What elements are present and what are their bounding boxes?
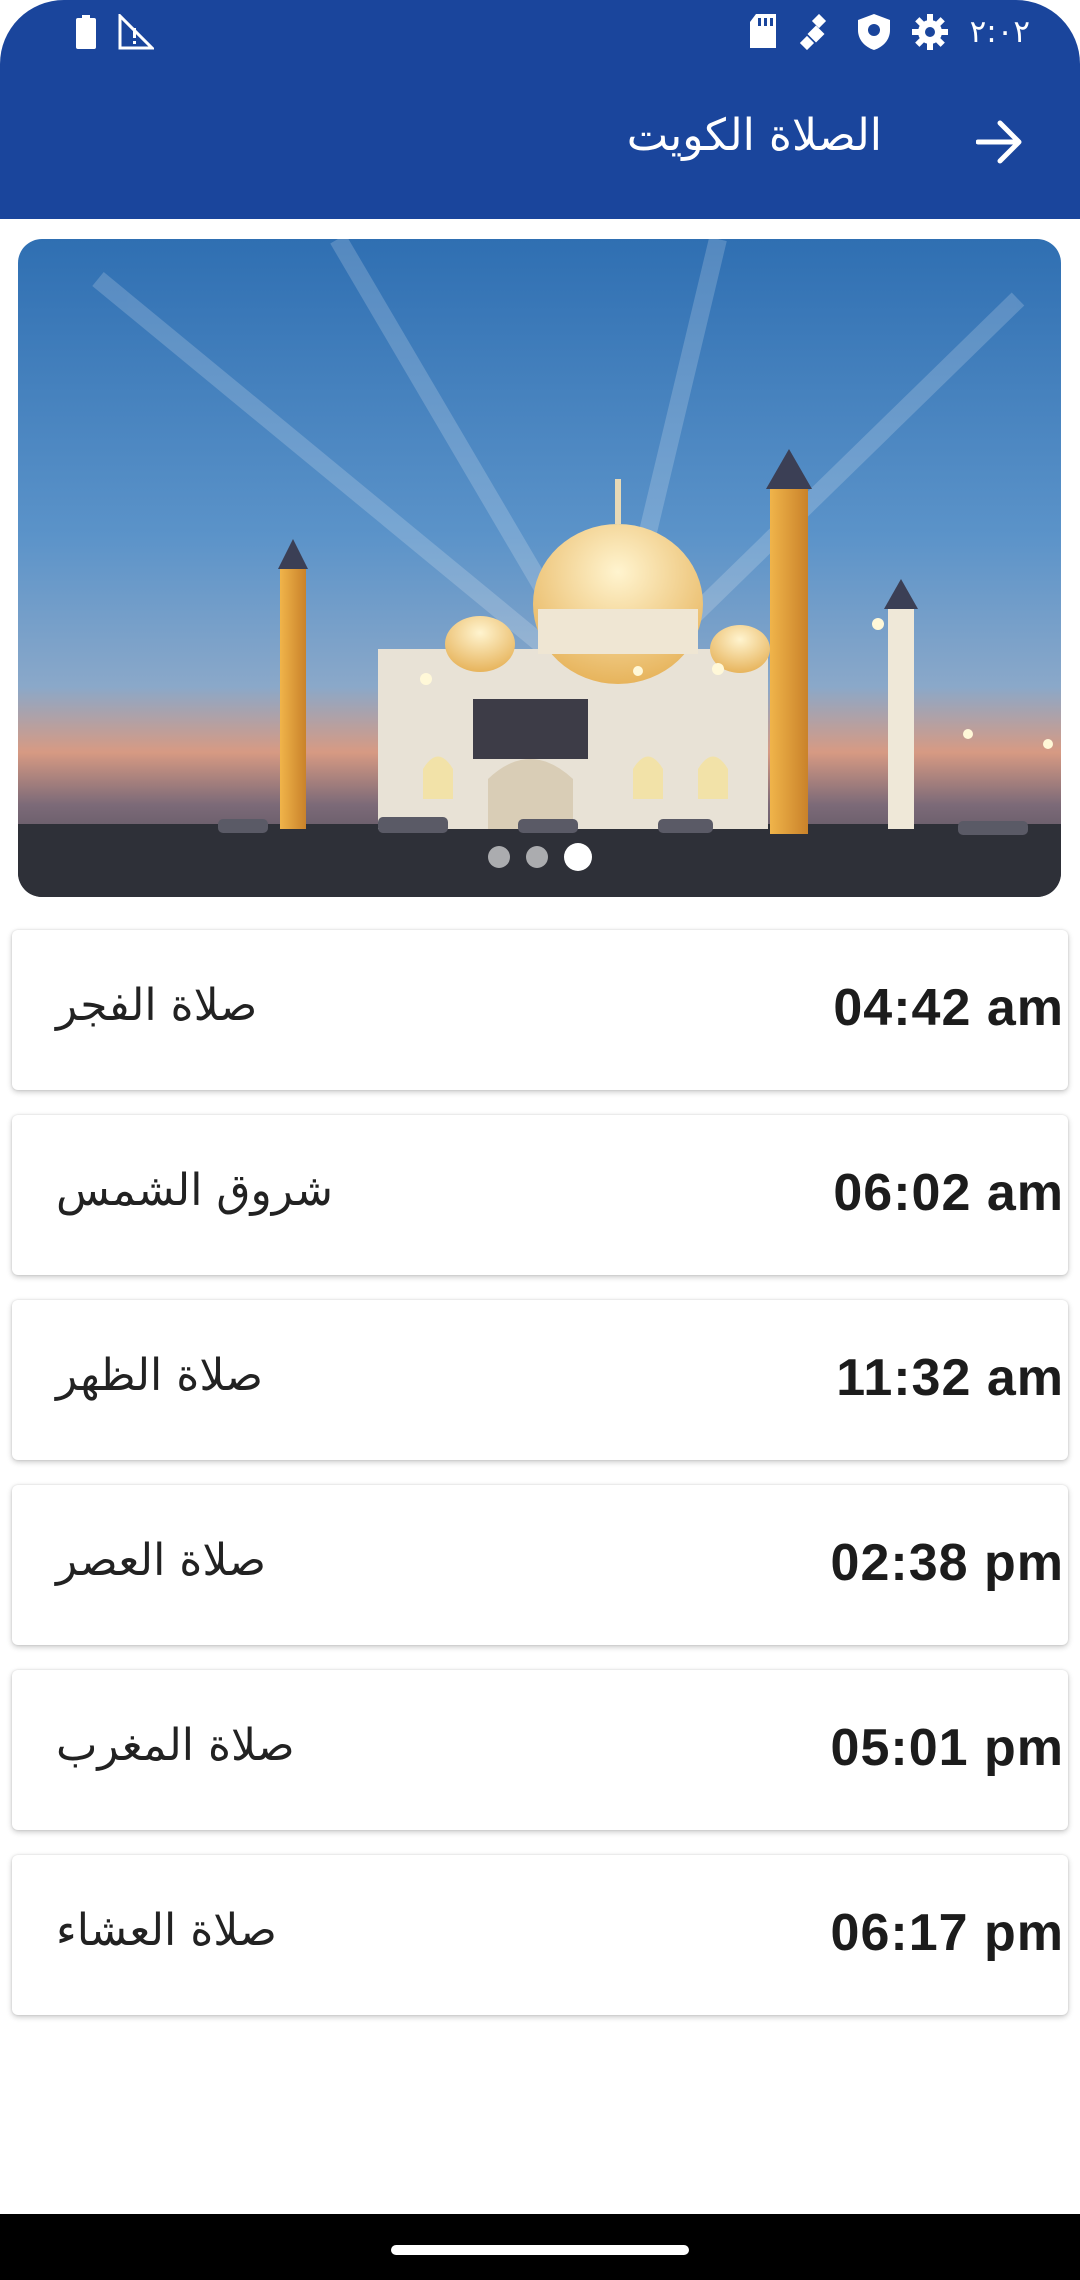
home-handle[interactable] (391, 2245, 689, 2255)
prayer-card-maghrib[interactable]: صلاة المغرب 05:01 pm (12, 1670, 1068, 1830)
status-left (76, 14, 154, 50)
status-time: ٢:٠٢ (969, 14, 1030, 50)
prayer-card-fajr[interactable]: صلاة الفجر 04:42 am (12, 930, 1068, 1090)
prayer-name: صلاة الظهر (56, 1350, 263, 1401)
prayer-name: صلاة العشاء (56, 1905, 277, 1956)
no-signal-icon (118, 14, 154, 50)
battery-icon (76, 15, 96, 49)
status-right: ٢:٠٢ (748, 14, 1030, 50)
sd-card-icon (749, 14, 776, 48)
prayer-card-dhuhr[interactable]: صلاة الظهر 11:32 am (12, 1300, 1068, 1460)
prayer-name: صلاة الفجر (56, 980, 258, 1031)
prayer-card-sunrise[interactable]: شروق الشمس 06:02 am (12, 1115, 1068, 1275)
prayer-time: 05:01 pm (830, 1719, 1064, 1777)
prayer-card-isha[interactable]: صلاة العشاء 06:17 pm (12, 1855, 1068, 2015)
prayer-name: صلاة العصر (56, 1535, 266, 1586)
app-screen: ٢:٠٢ الصلاة الكويت صلاة الفجر 04:42 am ش… (0, 0, 1080, 2280)
prayer-time: 06:02 am (833, 1164, 1064, 1222)
carousel-dot-active[interactable] (564, 843, 592, 871)
shield-icon (857, 14, 890, 50)
satellite-icon (799, 14, 826, 50)
arrow-right-icon (976, 120, 1022, 164)
prayer-name: صلاة المغرب (56, 1720, 295, 1771)
back-button[interactable] (970, 112, 1030, 172)
page-title: الصلاة الكويت (626, 110, 882, 161)
prayer-name: شروق الشمس (56, 1165, 333, 1216)
prayer-time: 04:42 am (833, 979, 1064, 1037)
prayer-card-asr[interactable]: صلاة العصر 02:38 pm (12, 1485, 1068, 1645)
image-carousel[interactable] (18, 239, 1061, 897)
carousel-indicator (488, 843, 592, 871)
system-nav-bar (0, 2214, 1080, 2280)
carousel-dot[interactable] (526, 846, 548, 868)
status-bar: ٢:٠٢ (0, 0, 1080, 70)
app-bar: ٢:٠٢ الصلاة الكويت (0, 0, 1080, 219)
prayer-time: 06:17 pm (830, 1904, 1064, 1962)
prayer-time: 11:32 am (836, 1349, 1064, 1407)
carousel-dot[interactable] (488, 846, 510, 868)
mosque-photo (18, 239, 1061, 897)
settings-icon (911, 14, 948, 50)
prayer-time: 02:38 pm (830, 1534, 1064, 1592)
